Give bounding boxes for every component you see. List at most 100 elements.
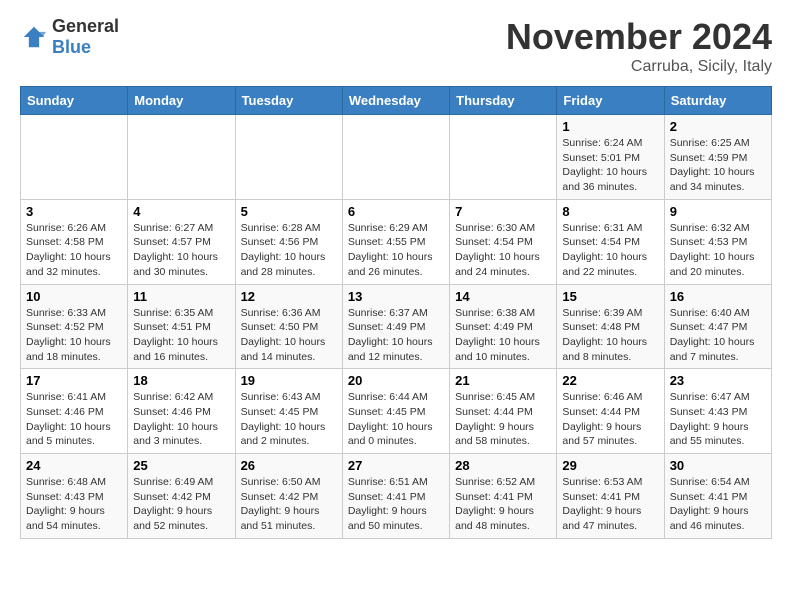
calendar-cell: 12 Sunrise: 6:36 AM Sunset: 4:50 PM Dayli…	[235, 284, 342, 369]
cell-info: Sunrise: 6:30 AM Sunset: 4:54 PM Dayligh…	[455, 221, 551, 280]
calendar-cell: 28Sunrise: 6:52 AM Sunset: 4:41 PM Dayli…	[450, 454, 557, 539]
cell-day-number: 6	[348, 204, 444, 219]
cell-day-number: 25	[133, 458, 229, 473]
week-row-3: 17 Sunrise: 6:41 AM Sunset: 4:46 PM Dayli…	[21, 369, 772, 454]
calendar-cell: 26 Sunrise: 6:50 AM Sunset: 4:42 PM Dayli…	[235, 454, 342, 539]
cell-day-number: 29	[562, 458, 658, 473]
cell-day-number: 27	[348, 458, 444, 473]
calendar-cell: 13 Sunrise: 6:37 AM Sunset: 4:49 PM Dayli…	[342, 284, 449, 369]
calendar-cell: 8Sunrise: 6:31 AM Sunset: 4:54 PM Daylig…	[557, 199, 664, 284]
calendar-header: SundayMondayTuesdayWednesdayThursdayFrid…	[21, 87, 772, 115]
calendar-cell: 25 Sunrise: 6:49 AM Sunset: 4:42 PM Dayli…	[128, 454, 235, 539]
cell-info: Sunrise: 6:51 AM Sunset: 4:41 PM Dayligh…	[348, 475, 444, 534]
cell-day-number: 21	[455, 373, 551, 388]
cell-info: Sunrise: 6:32 AM Sunset: 4:53 PM Dayligh…	[670, 221, 766, 280]
calendar-table: SundayMondayTuesdayWednesdayThursdayFrid…	[20, 86, 772, 539]
day-header-tuesday: Tuesday	[235, 87, 342, 115]
calendar-cell: 29Sunrise: 6:53 AM Sunset: 4:41 PM Dayli…	[557, 454, 664, 539]
cell-day-number: 23	[670, 373, 766, 388]
calendar-cell: 23 Sunrise: 6:47 AM Sunset: 4:43 PM Dayli…	[664, 369, 771, 454]
cell-info: Sunrise: 6:25 AM Sunset: 4:59 PM Dayligh…	[670, 136, 766, 195]
cell-day-number: 15	[562, 289, 658, 304]
cell-info: Sunrise: 6:49 AM Sunset: 4:42 PM Dayligh…	[133, 475, 229, 534]
subtitle: Carruba, Sicily, Italy	[506, 58, 772, 76]
calendar-cell: 2 Sunrise: 6:25 AM Sunset: 4:59 PM Daylig…	[664, 115, 771, 200]
cell-info: Sunrise: 6:24 AM Sunset: 5:01 PM Dayligh…	[562, 136, 658, 195]
calendar-cell: 7 Sunrise: 6:30 AM Sunset: 4:54 PM Daylig…	[450, 199, 557, 284]
calendar-cell	[342, 115, 449, 200]
logo-general: General	[52, 16, 119, 36]
cell-info: Sunrise: 6:36 AM Sunset: 4:50 PM Dayligh…	[241, 306, 337, 365]
cell-day-number: 14	[455, 289, 551, 304]
calendar-cell: 21Sunrise: 6:45 AM Sunset: 4:44 PM Dayli…	[450, 369, 557, 454]
cell-day-number: 19	[241, 373, 337, 388]
calendar-cell: 6Sunrise: 6:29 AM Sunset: 4:55 PM Daylig…	[342, 199, 449, 284]
calendar-cell: 30Sunrise: 6:54 AM Sunset: 4:41 PM Dayli…	[664, 454, 771, 539]
calendar-cell: 5 Sunrise: 6:28 AM Sunset: 4:56 PM Daylig…	[235, 199, 342, 284]
week-row-4: 24Sunrise: 6:48 AM Sunset: 4:43 PM Dayli…	[21, 454, 772, 539]
cell-day-number: 28	[455, 458, 551, 473]
cell-info: Sunrise: 6:46 AM Sunset: 4:44 PM Dayligh…	[562, 390, 658, 449]
header: General Blue November 2024 Carruba, Sici…	[20, 16, 772, 76]
cell-day-number: 13	[348, 289, 444, 304]
calendar-body: 1Sunrise: 6:24 AM Sunset: 5:01 PM Daylig…	[21, 115, 772, 539]
cell-info: Sunrise: 6:33 AM Sunset: 4:52 PM Dayligh…	[26, 306, 122, 365]
calendar-cell	[450, 115, 557, 200]
cell-info: Sunrise: 6:27 AM Sunset: 4:57 PM Dayligh…	[133, 221, 229, 280]
month-title: November 2024	[506, 16, 772, 58]
logo-blue: Blue	[52, 37, 91, 57]
logo-icon	[20, 25, 48, 49]
calendar-cell	[235, 115, 342, 200]
calendar-cell	[128, 115, 235, 200]
calendar-cell: 11 Sunrise: 6:35 AM Sunset: 4:51 PM Dayli…	[128, 284, 235, 369]
cell-info: Sunrise: 6:44 AM Sunset: 4:45 PM Dayligh…	[348, 390, 444, 449]
day-header-sunday: Sunday	[21, 87, 128, 115]
cell-day-number: 26	[241, 458, 337, 473]
calendar-cell: 1Sunrise: 6:24 AM Sunset: 5:01 PM Daylig…	[557, 115, 664, 200]
cell-day-number: 12	[241, 289, 337, 304]
cell-day-number: 16	[670, 289, 766, 304]
calendar-cell: 24Sunrise: 6:48 AM Sunset: 4:43 PM Dayli…	[21, 454, 128, 539]
cell-day-number: 7	[455, 204, 551, 219]
cell-day-number: 11	[133, 289, 229, 304]
calendar-cell: 17 Sunrise: 6:41 AM Sunset: 4:46 PM Dayli…	[21, 369, 128, 454]
cell-day-number: 22	[562, 373, 658, 388]
week-row-0: 1Sunrise: 6:24 AM Sunset: 5:01 PM Daylig…	[21, 115, 772, 200]
day-header-monday: Monday	[128, 87, 235, 115]
page: General Blue November 2024 Carruba, Sici…	[0, 0, 792, 555]
cell-info: Sunrise: 6:54 AM Sunset: 4:41 PM Dayligh…	[670, 475, 766, 534]
cell-info: Sunrise: 6:35 AM Sunset: 4:51 PM Dayligh…	[133, 306, 229, 365]
cell-info: Sunrise: 6:47 AM Sunset: 4:43 PM Dayligh…	[670, 390, 766, 449]
cell-info: Sunrise: 6:39 AM Sunset: 4:48 PM Dayligh…	[562, 306, 658, 365]
cell-day-number: 10	[26, 289, 122, 304]
cell-day-number: 17	[26, 373, 122, 388]
cell-info: Sunrise: 6:38 AM Sunset: 4:49 PM Dayligh…	[455, 306, 551, 365]
cell-info: Sunrise: 6:50 AM Sunset: 4:42 PM Dayligh…	[241, 475, 337, 534]
cell-day-number: 4	[133, 204, 229, 219]
cell-info: Sunrise: 6:48 AM Sunset: 4:43 PM Dayligh…	[26, 475, 122, 534]
calendar-cell: 18 Sunrise: 6:42 AM Sunset: 4:46 PM Dayli…	[128, 369, 235, 454]
cell-info: Sunrise: 6:42 AM Sunset: 4:46 PM Dayligh…	[133, 390, 229, 449]
logo-text: General Blue	[52, 16, 119, 58]
header-row: SundayMondayTuesdayWednesdayThursdayFrid…	[21, 87, 772, 115]
calendar-cell: 19Sunrise: 6:43 AM Sunset: 4:45 PM Dayli…	[235, 369, 342, 454]
week-row-1: 3Sunrise: 6:26 AM Sunset: 4:58 PM Daylig…	[21, 199, 772, 284]
cell-day-number: 8	[562, 204, 658, 219]
day-header-saturday: Saturday	[664, 87, 771, 115]
week-row-2: 10 Sunrise: 6:33 AM Sunset: 4:52 PM Dayli…	[21, 284, 772, 369]
cell-info: Sunrise: 6:41 AM Sunset: 4:46 PM Dayligh…	[26, 390, 122, 449]
cell-day-number: 9	[670, 204, 766, 219]
day-header-thursday: Thursday	[450, 87, 557, 115]
calendar-cell: 3Sunrise: 6:26 AM Sunset: 4:58 PM Daylig…	[21, 199, 128, 284]
cell-day-number: 18	[133, 373, 229, 388]
cell-day-number: 2	[670, 119, 766, 134]
day-header-wednesday: Wednesday	[342, 87, 449, 115]
calendar-cell: 4 Sunrise: 6:27 AM Sunset: 4:57 PM Daylig…	[128, 199, 235, 284]
calendar-cell: 22 Sunrise: 6:46 AM Sunset: 4:44 PM Dayli…	[557, 369, 664, 454]
calendar-cell: 15 Sunrise: 6:39 AM Sunset: 4:48 PM Dayli…	[557, 284, 664, 369]
cell-day-number: 5	[241, 204, 337, 219]
cell-info: Sunrise: 6:28 AM Sunset: 4:56 PM Dayligh…	[241, 221, 337, 280]
calendar-cell: 27 Sunrise: 6:51 AM Sunset: 4:41 PM Dayli…	[342, 454, 449, 539]
calendar-cell: 10 Sunrise: 6:33 AM Sunset: 4:52 PM Dayli…	[21, 284, 128, 369]
cell-info: Sunrise: 6:37 AM Sunset: 4:49 PM Dayligh…	[348, 306, 444, 365]
